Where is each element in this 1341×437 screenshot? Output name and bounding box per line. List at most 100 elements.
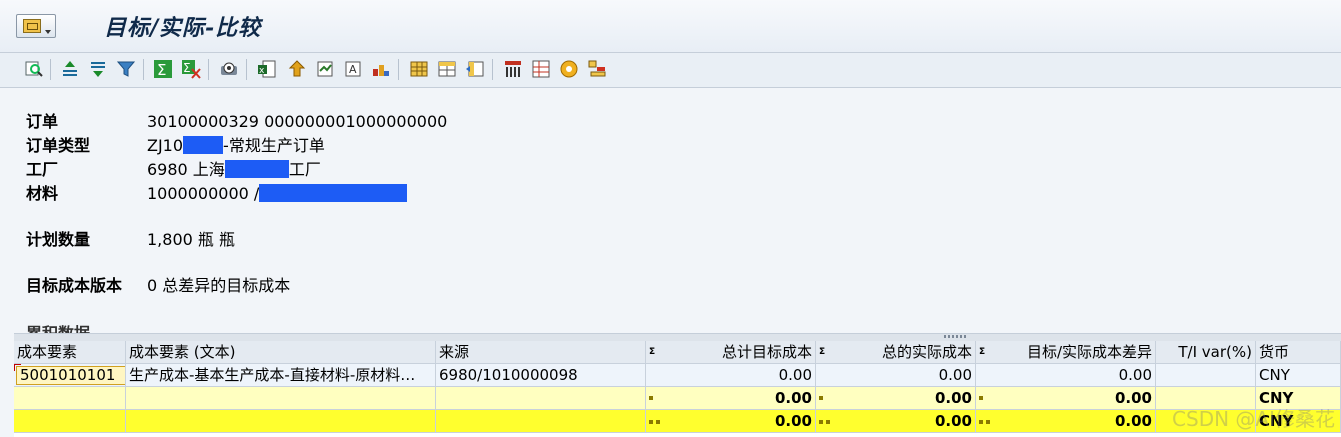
total-actual-cell[interactable]: 0.00	[816, 410, 976, 433]
color-settings-icon[interactable]	[587, 59, 607, 79]
subtotal-level-icon	[819, 396, 823, 400]
material-label: 材料	[26, 184, 59, 203]
order-type-code: ZJ10	[147, 136, 184, 155]
print-preview-icon[interactable]	[219, 59, 239, 79]
subtotal-cell-empty	[436, 387, 646, 410]
save-layout-icon[interactable]	[465, 59, 485, 79]
order-type-label: 订单类型	[26, 136, 91, 155]
plant-value: 6980 上海 工厂	[147, 159, 321, 181]
graphic-icon[interactable]	[315, 59, 335, 79]
redaction-mark	[259, 184, 408, 202]
sum-icon: Σ	[649, 347, 656, 357]
table-row[interactable]: 5001010101 生产成本-基本生产成本-直接材料-原材料… 6980/10…	[14, 364, 1341, 387]
grip-icon	[944, 335, 968, 338]
subtotal-row[interactable]: 0.00 0.00 0.00 CNY	[14, 387, 1341, 410]
mail-icon[interactable]: A	[343, 59, 363, 79]
layout-icon[interactable]	[409, 59, 429, 79]
svg-text:A: A	[349, 63, 357, 76]
sum-icon[interactable]: Σ	[153, 59, 173, 79]
subtotal-cell-empty	[14, 387, 126, 410]
export-icon[interactable]: x	[257, 59, 277, 79]
column-header-source[interactable]: 来源	[436, 341, 646, 364]
cost-elements-icon[interactable]	[559, 59, 579, 79]
svg-text:Σ: Σ	[157, 61, 166, 79]
target-version-value: 0 总差异的目标成本	[147, 276, 291, 295]
column-header-currency[interactable]: 货币	[1256, 341, 1341, 364]
total-level-icon	[819, 410, 833, 432]
cost-element-cell[interactable]: 5001010101	[14, 364, 126, 387]
total-target-cell[interactable]: 0.00	[646, 410, 816, 433]
plant-text: 工厂	[288, 160, 321, 179]
details-icon[interactable]	[24, 59, 44, 79]
material-value: 1000000000 /	[147, 183, 408, 205]
total-row[interactable]: 0.00 0.00 0.00 CNY	[14, 410, 1341, 433]
system-menu-button[interactable]	[16, 14, 56, 38]
column-header-label: 目标/实际成本差异	[1026, 343, 1152, 361]
column-header-variance-pct[interactable]: T/I var(%)	[1156, 341, 1256, 364]
find-icon[interactable]	[287, 59, 307, 79]
cost-element-text-cell[interactable]: 生产成本-基本生产成本-直接材料-原材料…	[126, 364, 436, 387]
total-variance-cell[interactable]: 0.00	[976, 410, 1156, 433]
column-header-actual-cost[interactable]: Σ 总的实际成本	[816, 341, 976, 364]
sort-ascending-icon[interactable]	[60, 59, 80, 79]
splitter-handle[interactable]	[14, 333, 1341, 341]
total-variance-value: 0.00	[1114, 412, 1152, 430]
sort-descending-icon[interactable]	[88, 59, 108, 79]
column-header-variance[interactable]: Σ 目标/实际成本差异	[976, 341, 1156, 364]
focus-corner	[14, 364, 21, 371]
total-cell-empty	[436, 410, 646, 433]
filter-icon[interactable]	[116, 59, 136, 79]
order-type-value: ZJ10 -常规生产订单	[147, 135, 325, 157]
cost-comparison-grid: 成本要素 成本要素 (文本) 来源 Σ 总计目标成本 Σ 总的实际成本 Σ 目标/实际…	[14, 341, 1341, 437]
chevron-down-icon	[45, 30, 51, 34]
currency-cell[interactable]: CNY	[1256, 364, 1341, 387]
columns-icon[interactable]	[503, 59, 523, 79]
cost-element-input[interactable]: 5001010101	[16, 366, 125, 385]
order-value: 30100000329 000000001000000000	[147, 112, 448, 131]
material-code: 1000000000 /	[147, 184, 260, 203]
source-cell[interactable]: 6980/1010000098	[436, 364, 646, 387]
variance-cell[interactable]: 0.00	[976, 364, 1156, 387]
select-layout-icon[interactable]	[437, 59, 457, 79]
redaction-mark	[224, 160, 289, 178]
total-level-icon	[649, 410, 663, 432]
subtotal-icon[interactable]: Σ	[181, 59, 201, 79]
order-header-section: 订单 30100000329 000000001000000000 订单类型 Z…	[14, 97, 1341, 333]
column-header-target-cost[interactable]: Σ 总计目标成本	[646, 341, 816, 364]
target-version-label: 目标成本版本	[26, 276, 123, 295]
sum-icon: Σ	[819, 347, 826, 357]
subtotal-target-cell[interactable]: 0.00	[646, 387, 816, 410]
toolbar-separator	[50, 59, 51, 80]
abc-analysis-icon[interactable]	[371, 59, 391, 79]
column-header-cost-element-text[interactable]: 成本要素 (文本)	[126, 341, 436, 364]
toolbar-separator	[208, 59, 209, 80]
plant-code: 6980 上海	[147, 160, 225, 179]
application-toolbar: Σ Σ x A	[0, 53, 1341, 88]
target-cost-cell[interactable]: 0.00	[646, 364, 816, 387]
planned-qty-label: 计划数量	[26, 230, 91, 249]
order-label: 订单	[26, 112, 59, 131]
subtotal-level-icon	[979, 396, 983, 400]
redaction-mark	[183, 136, 224, 154]
rows-icon[interactable]	[531, 59, 551, 79]
subtotal-variance-cell[interactable]: 0.00	[976, 387, 1156, 410]
column-header-label: 总计目标成本	[721, 343, 812, 361]
total-cell-empty	[126, 410, 436, 433]
watermark: CSDN @AI修桑花	[1172, 407, 1335, 431]
actual-cost-cell[interactable]: 0.00	[816, 364, 976, 387]
svg-text:Σ: Σ	[183, 61, 191, 75]
page-title: 目标/实际-比较	[104, 15, 262, 41]
toolbar-separator	[143, 59, 144, 80]
svg-text:x: x	[259, 66, 265, 76]
column-header-cost-element[interactable]: 成本要素	[14, 341, 126, 364]
subtotal-variance-value: 0.00	[1114, 389, 1152, 407]
subtotal-actual-cell[interactable]: 0.00	[816, 387, 976, 410]
subtotal-target-value: 0.00	[774, 389, 812, 407]
order-type-text: -常规生产订单	[223, 136, 325, 155]
variance-pct-cell[interactable]	[1156, 364, 1256, 387]
toolbar-separator	[492, 59, 493, 80]
planned-qty-value: 1,800 瓶 瓶	[147, 230, 235, 249]
toolbar-separator	[398, 59, 399, 80]
subtotal-actual-value: 0.00	[934, 389, 972, 407]
plant-label: 工厂	[26, 160, 59, 179]
